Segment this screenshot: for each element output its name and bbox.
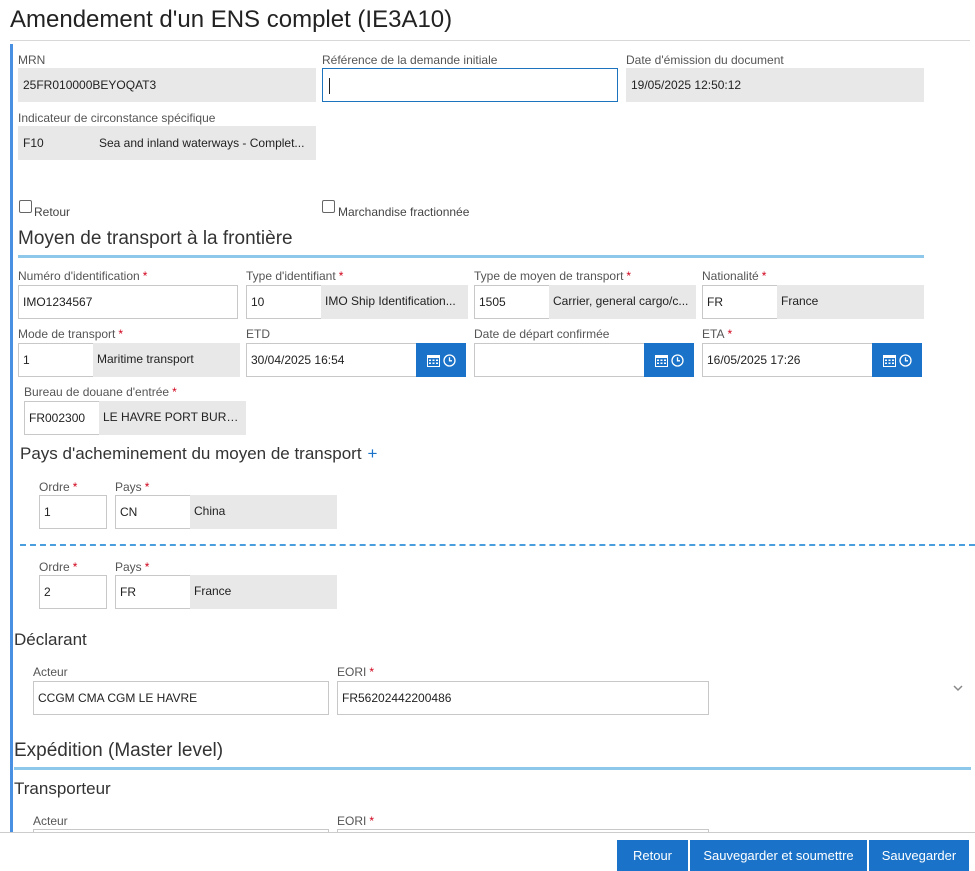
pays-description: France: [190, 575, 337, 609]
expedition-section-title: Expédition (Master level): [14, 740, 224, 761]
declarant-section-title: Déclarant: [14, 630, 87, 649]
declarant-eori-input[interactable]: FR56202442200486: [337, 681, 709, 715]
fractionnee-checkbox[interactable]: [322, 200, 335, 213]
pays-label: Pays *: [115, 560, 150, 574]
declarant-acteur-label: Acteur: [33, 665, 68, 679]
mode-code-input[interactable]: 1: [18, 343, 94, 377]
type-moyen-description: Carrier, general cargo/c...: [549, 285, 696, 319]
transport-section-title: Moyen de transport à la frontière: [18, 228, 293, 249]
transporteur-eori-label: EORI *: [337, 814, 375, 828]
retour-checkbox-label: Retour: [34, 205, 71, 219]
add-pays-button[interactable]: +: [368, 444, 378, 463]
pays-code-input[interactable]: CN: [115, 495, 191, 529]
clock-icon: [442, 353, 456, 367]
retour-button[interactable]: Retour: [617, 840, 688, 871]
type-id-code-input[interactable]: 10: [246, 285, 322, 319]
type-id-label: Type d'identifiant *: [246, 269, 344, 283]
bureau-description: LE HAVRE PORT BUREAU: [99, 401, 246, 435]
eta-datetime-picker-button[interactable]: [872, 343, 922, 377]
save-and-submit-button[interactable]: Sauvegarder et soumettre: [690, 840, 867, 871]
indicateur-description: Sea and inland waterways - Complet...: [99, 136, 305, 150]
pays-label: Pays *: [115, 480, 150, 494]
pays-acheminement-title: Pays d'acheminement du moyen de transpor…: [20, 444, 378, 463]
date-emission-label: Date d'émission du document: [626, 53, 784, 67]
numero-input[interactable]: IMO1234567: [18, 285, 238, 319]
eta-label: ETA *: [702, 327, 733, 341]
declarant-acteur-input[interactable]: CCGM CMA CGM LE HAVRE: [33, 681, 329, 715]
pays-code-input[interactable]: FR: [115, 575, 191, 609]
etd-label: ETD: [246, 327, 270, 341]
text-caret: [329, 77, 330, 94]
transporteur-title: Transporteur: [14, 779, 111, 798]
etd-datetime-picker-button[interactable]: [416, 343, 466, 377]
reference-input[interactable]: [322, 68, 618, 102]
transport-section-rule: [18, 255, 924, 258]
nationalite-description: France: [777, 285, 924, 319]
ordre-label: Ordre *: [39, 480, 78, 494]
type-moyen-label: Type de moyen de transport *: [474, 269, 632, 283]
ordre-input[interactable]: 1: [39, 495, 107, 529]
page-title: Amendement d'un ENS complet (IE3A10): [10, 6, 453, 33]
pays-description: China: [190, 495, 337, 529]
date-depart-datetime-picker-button[interactable]: [644, 343, 694, 377]
eta-input[interactable]: 16/05/2025 17:26: [702, 343, 874, 377]
title-divider: [10, 40, 970, 41]
bureau-code-input[interactable]: FR002300: [24, 401, 100, 435]
calendar-icon: [882, 354, 896, 367]
numero-label: Numéro d'identification *: [18, 269, 148, 283]
chevron-down-icon[interactable]: [952, 682, 964, 694]
fractionnee-checkbox-label: Marchandise fractionnée: [338, 205, 470, 219]
indicateur-code: F10: [23, 136, 44, 150]
retour-checkbox[interactable]: [19, 200, 32, 213]
nationalite-label: Nationalité *: [702, 269, 767, 283]
clock-icon: [670, 353, 684, 367]
date-depart-input[interactable]: [474, 343, 646, 377]
nationalite-code-input[interactable]: FR: [702, 285, 778, 319]
mode-description: Maritime transport: [93, 343, 240, 377]
date-depart-label: Date de départ confirmée: [474, 327, 610, 341]
bureau-label: Bureau de douane d'entrée *: [24, 385, 177, 399]
indicateur-label: Indicateur de circonstance spécifique: [18, 111, 216, 125]
date-emission-field: 19/05/2025 12:50:12: [626, 68, 924, 102]
type-moyen-code-input[interactable]: 1505: [474, 285, 550, 319]
row-separator: [20, 544, 975, 546]
expedition-section-rule: [14, 767, 971, 770]
mrn-label: MRN: [18, 53, 46, 67]
declarant-eori-label: EORI *: [337, 665, 375, 679]
calendar-icon: [654, 354, 668, 367]
save-button[interactable]: Sauvegarder: [869, 840, 969, 871]
transporteur-acteur-label: Acteur: [33, 814, 68, 828]
indicateur-select[interactable]: F10 Sea and inland waterways - Complet..…: [18, 126, 316, 160]
reference-label: Référence de la demande initiale: [322, 53, 498, 67]
mode-label: Mode de transport *: [18, 327, 124, 341]
calendar-icon: [426, 354, 440, 367]
clock-icon: [898, 353, 912, 367]
form-left-accent: [10, 44, 13, 832]
mrn-field: 25FR010000BEYOQAT3: [18, 68, 316, 102]
type-id-description: IMO Ship Identification...: [321, 285, 468, 319]
ordre-label: Ordre *: [39, 560, 78, 574]
ordre-input[interactable]: 2: [39, 575, 107, 609]
etd-input[interactable]: 30/04/2025 16:54: [246, 343, 418, 377]
